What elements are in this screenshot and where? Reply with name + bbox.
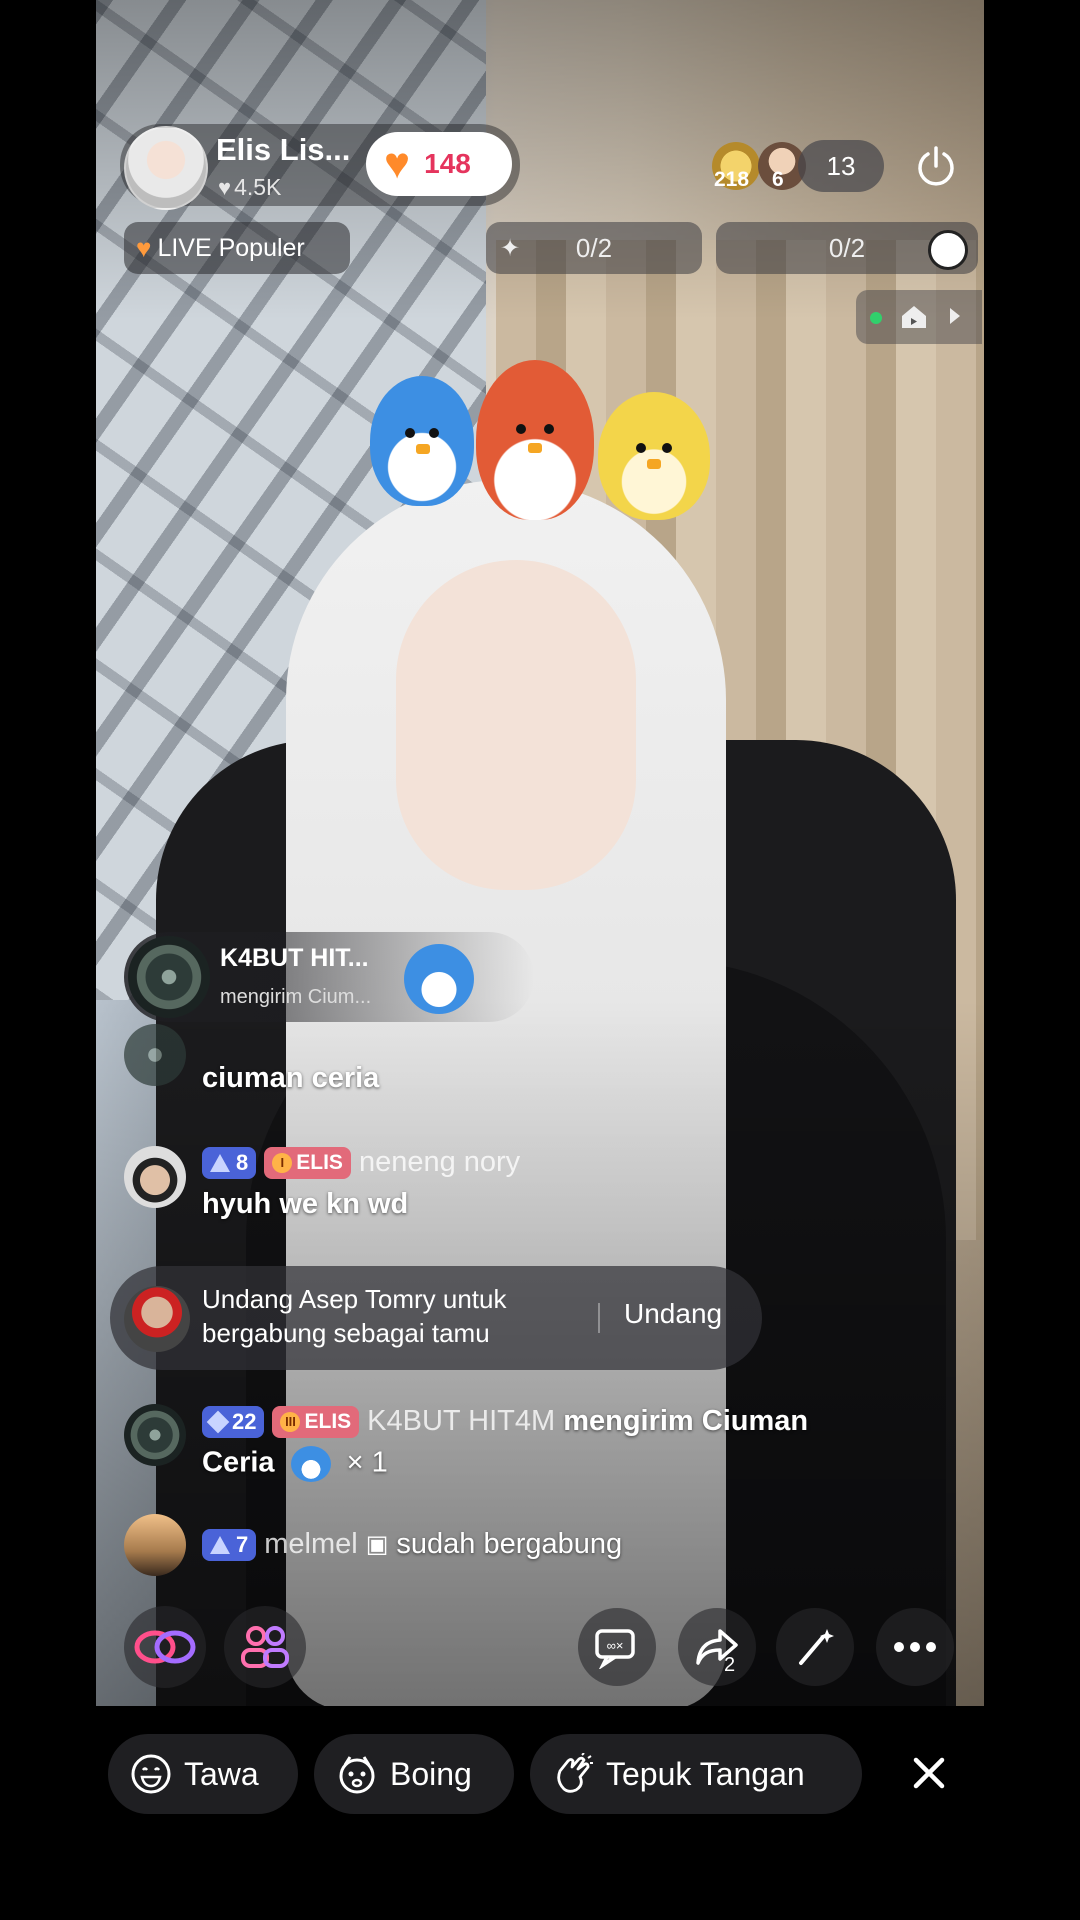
fan-badge[interactable]: III ELIS bbox=[272, 1405, 360, 1438]
power-icon[interactable] bbox=[914, 144, 958, 188]
chat-meta: 7 melmel ▣ sudah bergabung bbox=[202, 1528, 622, 1561]
top-viewer-score-1: 218 bbox=[714, 168, 750, 191]
online-dot-icon bbox=[870, 312, 882, 324]
goal-1-value: 0/2 bbox=[575, 232, 613, 263]
home-icon bbox=[902, 306, 926, 328]
red-bird-effect bbox=[476, 360, 594, 520]
expand-arrow-icon bbox=[950, 308, 960, 324]
gift-sender-avatar[interactable] bbox=[128, 936, 210, 1018]
gift-name: Ceria bbox=[202, 1446, 275, 1479]
top-viewer-score-2: 6 bbox=[772, 168, 784, 191]
chat-avatar[interactable] bbox=[124, 1024, 186, 1086]
reaction-tepuk-tangan[interactable]: Tepuk Tangan bbox=[530, 1734, 862, 1814]
chat-username[interactable]: melmel bbox=[264, 1528, 357, 1561]
chat-meta: 22 III ELIS K4BUT HIT4M mengirim Ciuman bbox=[202, 1405, 808, 1438]
laugh-face-icon bbox=[131, 1754, 171, 1794]
share-count: 2 bbox=[724, 1654, 736, 1676]
chat-message-text-cont: Ceria × 1 bbox=[202, 1446, 388, 1482]
more-button[interactable] bbox=[876, 1608, 954, 1686]
heart-icon: ♥ bbox=[218, 175, 232, 200]
effects-button[interactable] bbox=[776, 1608, 854, 1686]
chat-avatar[interactable] bbox=[124, 1404, 186, 1466]
close-icon[interactable] bbox=[904, 1748, 954, 1798]
level-badge[interactable]: 8 bbox=[202, 1146, 257, 1179]
gift-multiplier: × 1 bbox=[346, 1446, 388, 1479]
rocket-icon: ✦ bbox=[500, 235, 521, 262]
reaction-label: Boing bbox=[390, 1755, 472, 1792]
chat-avatar[interactable] bbox=[124, 1146, 186, 1208]
chat-avatar[interactable] bbox=[124, 1514, 186, 1576]
gift-box-icon: ▣ bbox=[365, 1531, 389, 1558]
people-icon bbox=[241, 1626, 289, 1668]
ciuman-ceria-gift-icon bbox=[404, 944, 474, 1014]
boing-face-icon bbox=[339, 1756, 375, 1794]
goal-tracker-1[interactable]: ✦ 0/2 bbox=[486, 222, 702, 274]
host-likes-count: 4.5K bbox=[234, 174, 282, 200]
reaction-boing[interactable]: Boing bbox=[314, 1734, 514, 1814]
live-mini-controls[interactable] bbox=[856, 290, 982, 344]
fan-label: ELIS bbox=[296, 1150, 343, 1174]
chat-meta: 8 I ELIS neneng nory bbox=[202, 1146, 520, 1179]
level-badge[interactable]: 22 bbox=[202, 1405, 265, 1438]
soccer-ball-icon bbox=[928, 230, 968, 270]
chat-username[interactable]: K4BUT HIT4M bbox=[367, 1405, 555, 1438]
invite-divider bbox=[598, 1303, 600, 1333]
chat-username[interactable]: neneng nory bbox=[359, 1146, 520, 1179]
diamond-level-icon bbox=[206, 1410, 230, 1433]
host-name[interactable]: Elis Lis... bbox=[216, 132, 350, 168]
clapping-hands-icon bbox=[557, 1753, 593, 1793]
invite-user-avatar[interactable] bbox=[124, 1286, 190, 1352]
guests-button[interactable] bbox=[224, 1606, 306, 1688]
live-popular-label: LIVE Populer bbox=[157, 233, 305, 262]
goal-tracker-2[interactable]: 0/2 bbox=[716, 222, 978, 274]
chat-message-text: mengirim Ciuman bbox=[563, 1405, 809, 1437]
link-rings-icon bbox=[134, 1630, 196, 1664]
chat-message-text: sudah bergabung bbox=[396, 1528, 623, 1560]
follow-count: 148 bbox=[424, 148, 471, 179]
face bbox=[396, 560, 636, 890]
gift-bird-icon bbox=[290, 1446, 331, 1482]
level-icon bbox=[210, 1535, 230, 1554]
chat-message-text: ciuman ceria bbox=[202, 1062, 380, 1094]
live-popular-tag[interactable]: ♥ LIVE Populer bbox=[124, 222, 350, 274]
chat-message-text: hyuh we kn wd bbox=[202, 1188, 409, 1220]
fan-badge[interactable]: I ELIS bbox=[264, 1146, 351, 1179]
reaction-label: Tawa bbox=[184, 1755, 259, 1792]
blue-bird-effect bbox=[370, 376, 474, 506]
invite-text-line-1: Undang Asep Tomry untuk bbox=[202, 1284, 507, 1314]
magic-wand-icon bbox=[799, 1629, 834, 1665]
reaction-label: Tepuk Tangan bbox=[606, 1755, 805, 1792]
comment-settings-button[interactable]: ∞× bbox=[578, 1608, 656, 1686]
follow-button[interactable]: ♥ 148 bbox=[366, 132, 512, 196]
level-icon bbox=[210, 1153, 230, 1172]
orange-heart-icon: ♥ bbox=[384, 139, 411, 188]
more-dots-icon bbox=[894, 1642, 936, 1652]
viewer-count[interactable]: 13 bbox=[798, 140, 884, 192]
fan-label: ELIS bbox=[304, 1409, 352, 1433]
invite-button[interactable]: Undang bbox=[624, 1298, 722, 1330]
invite-text: Undang Asep Tomry untuk bergabung sebaga… bbox=[202, 1282, 592, 1350]
gift-action-text: mengirim Cium... bbox=[220, 986, 372, 1008]
reaction-tawa[interactable]: Tawa bbox=[108, 1734, 298, 1814]
level-value: 7 bbox=[236, 1531, 249, 1557]
share-button[interactable] bbox=[678, 1608, 756, 1686]
host-avatar[interactable] bbox=[124, 126, 208, 210]
level-value: 22 bbox=[232, 1408, 257, 1434]
level-value: 8 bbox=[236, 1149, 249, 1175]
gift-sender-name: K4BUT HIT... bbox=[220, 944, 369, 972]
yellow-bird-effect bbox=[598, 392, 710, 520]
invite-text-line-2: bergabung sebagai tamu bbox=[202, 1318, 490, 1348]
svg-text:∞×: ∞× bbox=[607, 1638, 624, 1653]
fan-heart-icon: III bbox=[280, 1411, 301, 1432]
level-badge[interactable]: 7 bbox=[202, 1528, 257, 1561]
goal-2-value: 0/2 bbox=[828, 232, 866, 263]
flame-heart-icon: ♥ bbox=[136, 232, 152, 263]
multi-guest-button[interactable] bbox=[124, 1606, 206, 1688]
fan-heart-icon: I bbox=[272, 1152, 293, 1173]
host-likes: ♥ 4.5K bbox=[218, 174, 281, 201]
chat-off-icon: ∞× bbox=[595, 1629, 635, 1669]
